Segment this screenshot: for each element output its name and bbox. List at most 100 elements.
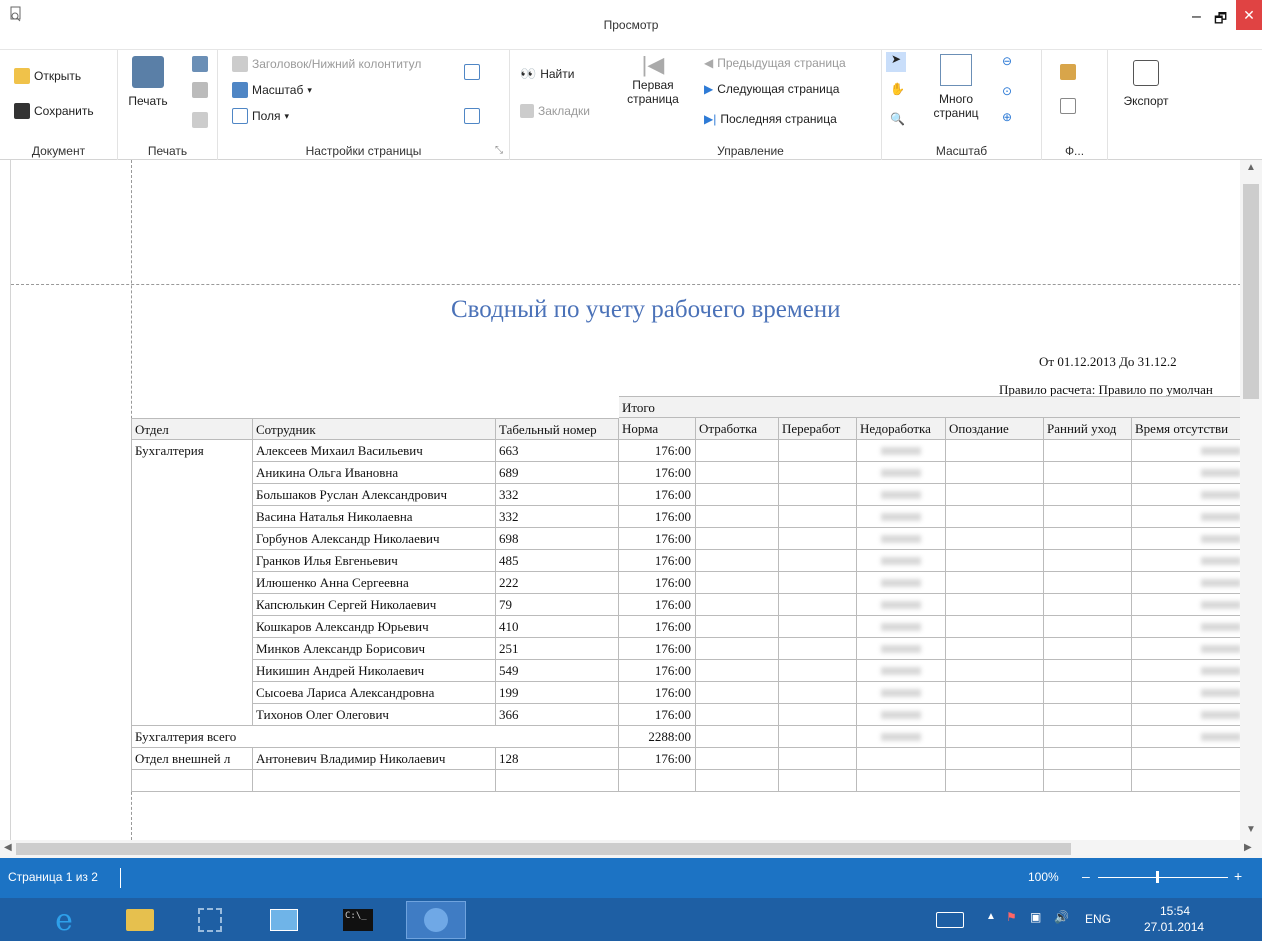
table-cell-value [696, 638, 779, 660]
table-cell-name: Тихонов Олег Олегович [253, 704, 496, 726]
cmd-icon[interactable]: C:\_ [336, 901, 380, 939]
table-cell-value [779, 462, 857, 484]
scroll-left-icon[interactable]: ◀ [4, 842, 12, 853]
scale-icon [232, 82, 248, 98]
table-cell-value [946, 550, 1044, 572]
table-cell-name: Минков Александр Борисович [253, 638, 496, 660]
header-footer-button[interactable]: Заголовок/Нижний колонтитул [232, 56, 421, 72]
save-button[interactable]: Сохранить [14, 103, 94, 119]
redacted-value [881, 645, 921, 653]
table-cell-value [1044, 748, 1132, 770]
zoom-out-icon[interactable]: ⊖ [1002, 54, 1012, 68]
table-cell-norm: 176:00 [619, 528, 696, 550]
table-cell-value [1044, 506, 1132, 528]
scale-button[interactable]: Масштаб ▾ [232, 82, 312, 98]
tools-icon[interactable] [188, 901, 232, 939]
print-options-icon[interactable] [192, 82, 208, 98]
zoom-icon[interactable]: ⊙ [1002, 84, 1012, 98]
column-header: Недоработка [857, 418, 946, 440]
export-icon [1133, 60, 1159, 86]
group-navigation: |◀ Первая страница ◀ Предыдущая страница… [620, 50, 882, 160]
page-indicator: Страница 1 из 2 [8, 870, 98, 884]
page-setup-icon[interactable] [192, 112, 208, 128]
table-cell-norm: 176:00 [619, 594, 696, 616]
printer-icon [132, 56, 164, 88]
clock-time[interactable]: 15:54 [1160, 904, 1190, 918]
volume-icon[interactable]: 🔊 [1054, 910, 1069, 924]
table-cell-value [946, 660, 1044, 682]
scroll-up-icon[interactable]: ▲ [1246, 162, 1256, 173]
close-button[interactable]: ✕ [1236, 0, 1262, 30]
explorer-icon[interactable] [118, 901, 162, 939]
margins-button[interactable]: Поля ▾ [232, 108, 289, 124]
zoom-plus-button[interactable]: + [1234, 868, 1242, 884]
orientation-icon[interactable] [464, 64, 480, 80]
redacted-value [1201, 579, 1240, 587]
last-page-button[interactable]: ▶| Последняя страница [704, 112, 837, 126]
page-color-icon[interactable] [1060, 64, 1076, 80]
open-button[interactable]: Открыть [14, 68, 81, 84]
redacted-value [881, 623, 921, 631]
show-hidden-icon[interactable]: ▲ [986, 911, 996, 922]
horizontal-scrollbar[interactable]: ◀ ▶ [0, 840, 1262, 858]
scroll-down-icon[interactable]: ▼ [1246, 824, 1256, 835]
pointer-icon[interactable]: ➤ [886, 52, 906, 72]
table-cell-value [1044, 572, 1132, 594]
column-header: Ранний уход [1044, 418, 1132, 440]
last-page-label: Последняя страница [720, 112, 837, 126]
group-label-navigation: Управление [717, 144, 784, 158]
paper-size-icon[interactable] [464, 108, 480, 124]
zoom-slider-thumb[interactable] [1156, 871, 1159, 883]
table-cell-value [946, 616, 1044, 638]
zoom-in-icon[interactable]: ⊕ [1002, 110, 1012, 124]
group-document: Открыть Сохранить Документ [0, 50, 118, 160]
action-center-icon[interactable]: ⚑ [1006, 910, 1017, 924]
scroll-right-icon[interactable]: ▶ [1244, 842, 1252, 853]
bookmarks-button[interactable]: Закладки [520, 104, 590, 118]
network-icon[interactable]: ▣ [1030, 910, 1041, 924]
app-task-icon[interactable] [406, 901, 466, 939]
table-cell-value [779, 572, 857, 594]
zoom-level: 100% [1028, 870, 1059, 884]
table-cell-name: Кошкаров Александр Юрьевич [253, 616, 496, 638]
save-label: Сохранить [34, 104, 94, 118]
column-header: Отдел [131, 418, 253, 440]
quick-print-icon[interactable] [192, 56, 208, 72]
export-button[interactable]: Экспорт [1114, 60, 1178, 108]
hand-tool-icon[interactable]: ✋ [890, 82, 905, 96]
magnifier-icon[interactable]: 🔍 [890, 112, 905, 126]
find-button[interactable]: 👀 Найти [520, 66, 574, 82]
restore-button[interactable]: 🗗 [1214, 8, 1232, 26]
keyboard-icon[interactable] [936, 912, 964, 928]
table-cell-name: Сысоева Лариса Александровна [253, 682, 496, 704]
ie-icon[interactable]: e [42, 901, 86, 939]
vertical-scrollbar[interactable]: ▲ ▼ [1240, 160, 1262, 840]
first-page-button[interactable]: |◀ Первая страница [624, 54, 682, 107]
group-find: 👀 Найти Закладки [510, 50, 620, 160]
next-page-button[interactable]: ▶ Следующая страница [704, 82, 839, 96]
many-pages-button[interactable]: Много страниц [926, 54, 986, 120]
print-button[interactable]: Печать [126, 56, 170, 108]
group-format: Ф... [1042, 50, 1108, 160]
minimize-button[interactable]: – [1192, 8, 1210, 26]
column-header: Время отсутстви [1132, 418, 1240, 440]
dialog-launcher-icon[interactable]: ⤡ [495, 145, 503, 156]
clock-date[interactable]: 27.01.2014 [1144, 920, 1204, 934]
language-indicator[interactable]: ENG [1085, 912, 1111, 926]
table-cell-dept [131, 770, 253, 792]
zoom-minus-button[interactable]: – [1082, 868, 1090, 884]
table-cell-value [946, 528, 1044, 550]
table-cell-value [946, 682, 1044, 704]
vertical-scroll-thumb[interactable] [1243, 184, 1259, 399]
redacted-value [881, 601, 921, 609]
table-cell-value [779, 616, 857, 638]
watermark-icon[interactable] [1060, 98, 1076, 114]
prev-page-button[interactable]: ◀ Предыдущая страница [704, 56, 846, 70]
control-panel-icon[interactable] [262, 901, 306, 939]
table-cell-value [696, 484, 779, 506]
zoom-slider[interactable] [1098, 877, 1228, 878]
group-label-print: Печать [147, 144, 188, 158]
table-cell-dept [131, 638, 253, 660]
horizontal-scroll-thumb[interactable] [16, 843, 1071, 855]
table-cell-value [1044, 528, 1132, 550]
